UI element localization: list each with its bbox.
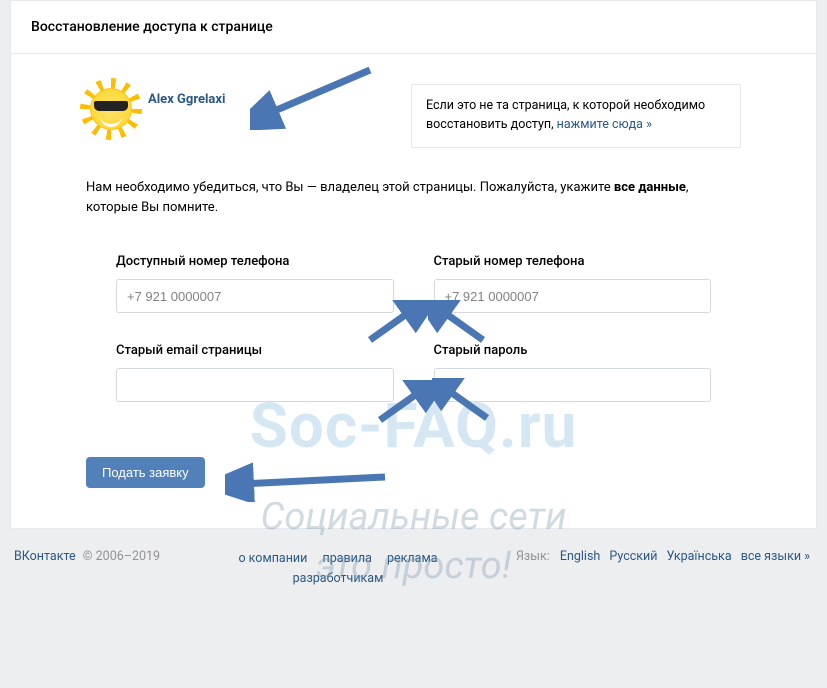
field-old-password: Старый пароль	[434, 343, 712, 402]
wrong-page-notice: Если это не та страница, к которой необх…	[411, 84, 741, 148]
profile-row: Alex Ggrelaxi Если это не та страница, к…	[86, 84, 741, 148]
lang-russian[interactable]: Русский	[609, 549, 657, 564]
instructions-bold: все данные	[614, 180, 686, 195]
footer: ВКонтакте © 2006–2019 о компании правила…	[10, 539, 817, 589]
submit-button[interactable]: Подать заявку	[86, 457, 205, 488]
footer-link-about[interactable]: о компании	[238, 551, 307, 566]
field-available-phone: Доступный номер телефона	[116, 254, 394, 313]
footer-link-ads[interactable]: реклама	[387, 551, 438, 566]
field-old-phone: Старый номер телефона	[434, 254, 712, 313]
card-title: Восстановление доступа к странице	[11, 1, 816, 54]
footer-copyright: © 2006–2019	[83, 549, 160, 564]
lang-all[interactable]: все языки »	[741, 549, 810, 564]
profile-name-link[interactable]: Alex Ggrelaxi	[148, 84, 225, 107]
footer-brand[interactable]: ВКонтакте	[14, 549, 76, 564]
avatar	[86, 84, 136, 134]
footer-lang: Язык: English Русский Українська все язы…	[516, 549, 813, 564]
restore-form: Доступный номер телефона Старый номер те…	[86, 254, 741, 402]
input-old-password[interactable]	[434, 368, 712, 402]
restore-access-card: Восстановление доступа к странице Alex G…	[10, 0, 817, 529]
input-available-phone[interactable]	[116, 279, 394, 313]
input-old-phone[interactable]	[434, 279, 712, 313]
footer-brand-block: ВКонтакте © 2006–2019	[14, 549, 160, 564]
label-old-phone: Старый номер телефона	[434, 254, 712, 269]
footer-lang-label: Язык:	[516, 549, 550, 564]
wrong-page-link[interactable]: нажмите сюда »	[557, 117, 652, 132]
lang-english[interactable]: English	[560, 549, 600, 564]
instructions-text: Нам необходимо убедиться, что Вы — владе…	[86, 178, 741, 220]
lang-ukrainian[interactable]: Українська	[667, 549, 732, 564]
footer-link-rules[interactable]: правила	[322, 551, 371, 566]
instructions-pre: Нам необходимо убедиться, что Вы — владе…	[86, 180, 614, 195]
footer-links: о компании правила реклама разработчикам	[160, 549, 516, 589]
field-old-email: Старый email страницы	[116, 343, 394, 402]
label-old-password: Старый пароль	[434, 343, 712, 358]
label-available-phone: Доступный номер телефона	[116, 254, 394, 269]
input-old-email[interactable]	[116, 368, 394, 402]
footer-link-devs[interactable]: разработчикам	[293, 571, 384, 586]
label-old-email: Старый email страницы	[116, 343, 394, 358]
